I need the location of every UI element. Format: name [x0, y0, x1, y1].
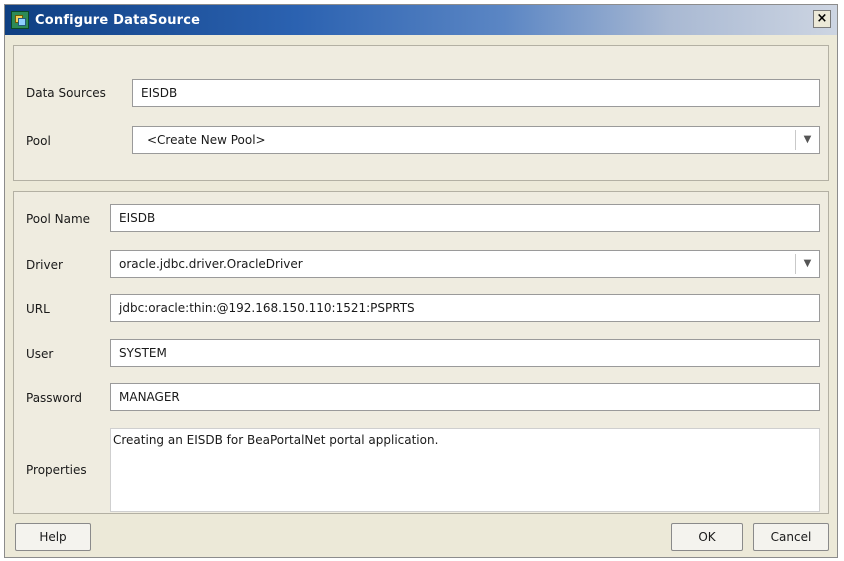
- properties-textarea[interactable]: Creating an EISDB for BeaPortalNet porta…: [110, 428, 820, 512]
- datasource-panel: Data Sources EISDB Pool <Create New Pool…: [13, 45, 829, 181]
- pool-config-panel: Pool Name EISDB Driver oracle.jdbc.drive…: [13, 191, 829, 514]
- password-label: Password: [26, 391, 83, 405]
- data-sources-label: Data Sources: [26, 86, 106, 100]
- pool-name-label: Pool Name: [26, 212, 91, 226]
- ok-button[interactable]: OK: [671, 523, 743, 551]
- user-label: User: [26, 347, 54, 361]
- url-field[interactable]: jdbc:oracle:thin:@192.168.150.110:1521:P…: [110, 294, 820, 322]
- datasource-icon: [11, 11, 29, 29]
- data-sources-field[interactable]: EISDB: [132, 79, 820, 107]
- url-label: URL: [26, 302, 50, 316]
- properties-label: Properties: [26, 463, 87, 477]
- pool-select-value: <Create New Pool>: [147, 133, 266, 147]
- driver-select-value: oracle.jdbc.driver.OracleDriver: [119, 257, 303, 271]
- help-button[interactable]: Help: [15, 523, 91, 551]
- driver-label: Driver: [26, 258, 63, 272]
- pool-label: Pool: [26, 134, 51, 148]
- cancel-button[interactable]: Cancel: [753, 523, 829, 551]
- pool-select[interactable]: <Create New Pool> ▼: [132, 126, 820, 154]
- user-field[interactable]: SYSTEM: [110, 339, 820, 367]
- window-title: Configure DataSource: [35, 12, 201, 28]
- password-field[interactable]: MANAGER: [110, 383, 820, 411]
- title-bar[interactable]: Configure DataSource ×: [5, 5, 837, 35]
- close-button[interactable]: ×: [813, 10, 831, 28]
- chevron-down-icon[interactable]: ▼: [795, 254, 819, 274]
- driver-select[interactable]: oracle.jdbc.driver.OracleDriver ▼: [110, 250, 820, 278]
- configure-datasource-dialog: Configure DataSource × Data Sources EISD…: [4, 4, 838, 558]
- chevron-down-icon[interactable]: ▼: [795, 130, 819, 150]
- pool-name-field[interactable]: EISDB: [110, 204, 820, 232]
